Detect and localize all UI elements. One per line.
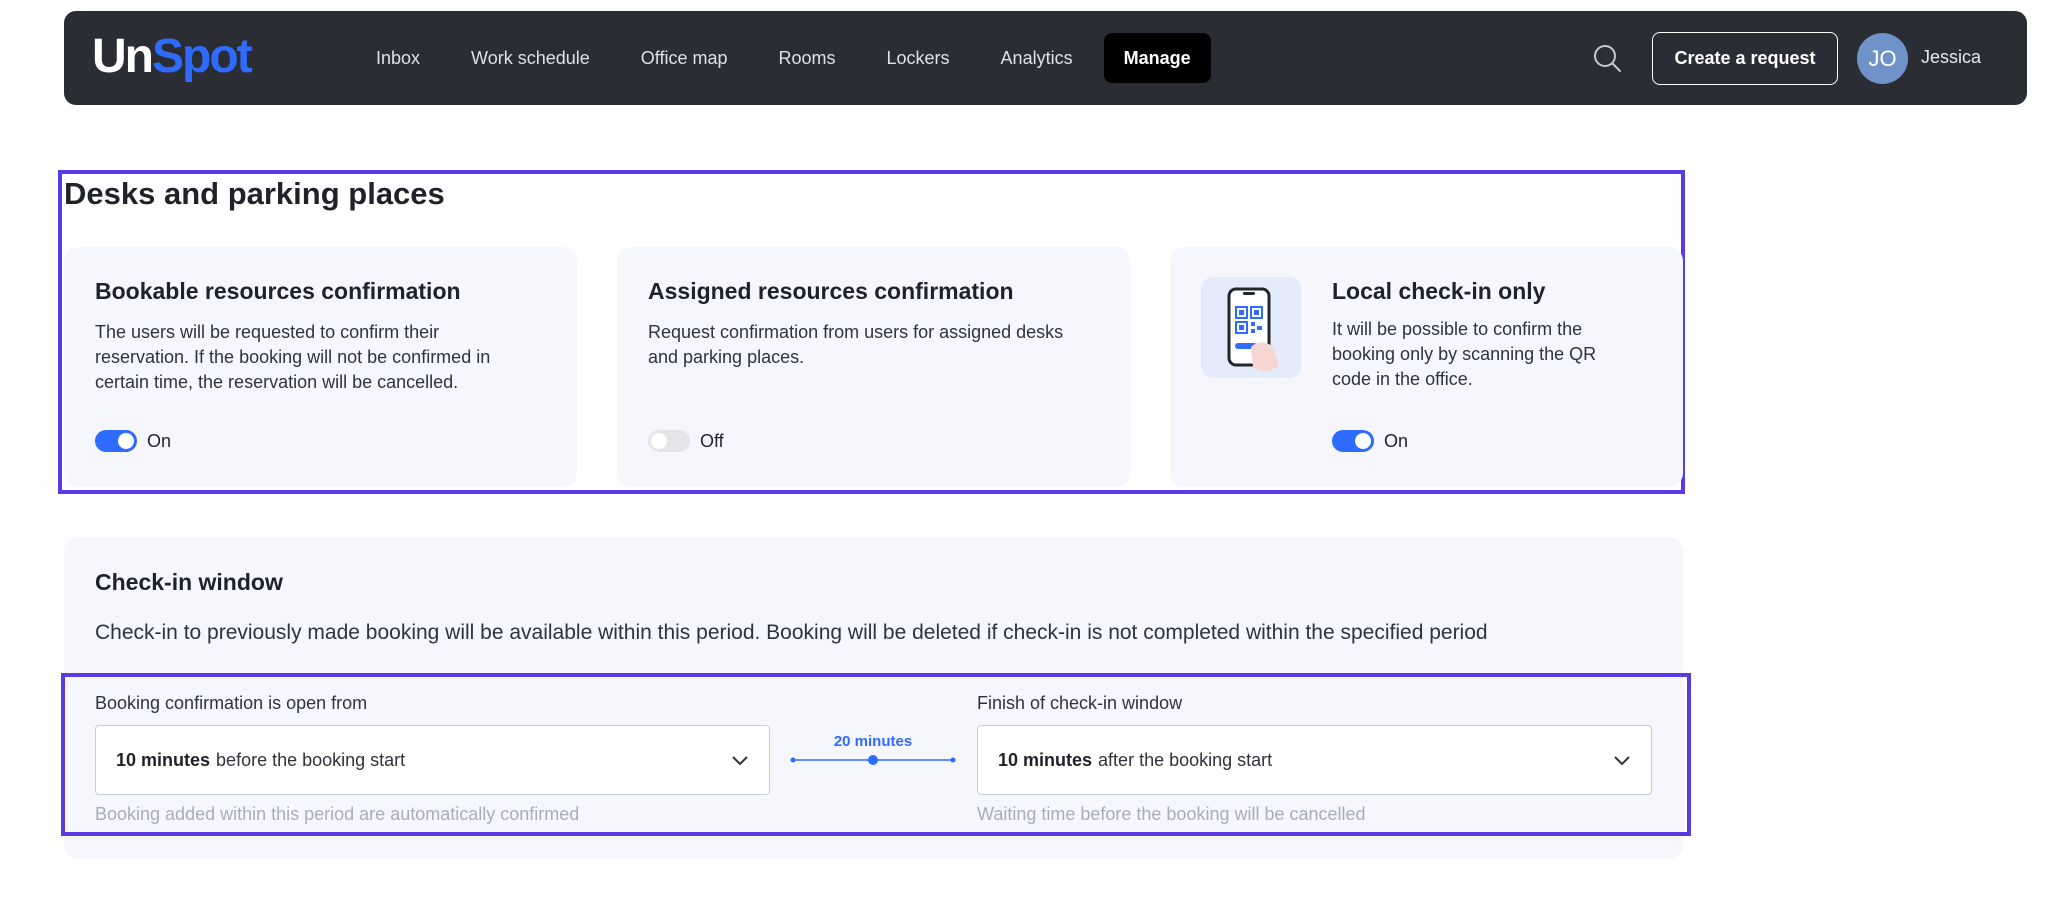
- toggle-switch[interactable]: [648, 430, 690, 452]
- create-request-button[interactable]: Create a request: [1652, 32, 1838, 85]
- toggle-knob: [118, 433, 134, 449]
- page-title: Desks and parking places: [64, 176, 445, 211]
- check-in-window-description: Check-in to previously made booking will…: [95, 621, 1488, 644]
- card-bookable-resources: Bookable resources confirmation The user…: [64, 247, 577, 487]
- search-icon[interactable]: [1591, 42, 1623, 74]
- toggle-knob: [651, 433, 667, 449]
- check-in-window-title: Check-in window: [95, 569, 283, 595]
- logo-text-primary: Un: [92, 30, 154, 83]
- from-field-label: Booking confirmation is open from: [95, 693, 368, 713]
- toggle-label: On: [1384, 430, 1409, 451]
- toggle-switch[interactable]: [1332, 430, 1374, 452]
- card-title: Assigned resources confirmation: [648, 278, 1014, 304]
- assigned-confirmation-toggle[interactable]: Off: [648, 430, 724, 452]
- card-description-line: The users will be requested to confirm t…: [95, 322, 440, 342]
- bookable-confirmation-toggle[interactable]: On: [95, 430, 171, 452]
- toggle-knob: [1355, 433, 1371, 449]
- card-title: Bookable resources confirmation: [95, 278, 461, 304]
- card-title: Local check-in only: [1332, 278, 1546, 304]
- logo-text-accent: Spot: [151, 30, 253, 83]
- card-local-check-in: Local check-in only It will be possible …: [1170, 247, 1683, 487]
- card-description-line: Request confirmation from users for assi…: [648, 322, 1064, 342]
- from-field-hint: Booking added within this period are aut…: [95, 804, 580, 824]
- card-description: Request confirmation from users for assi…: [648, 320, 1118, 370]
- chevron-down-icon: [732, 756, 748, 766]
- card-description-line: booking only by scanning the QR: [1332, 344, 1597, 364]
- select-value-bold: 10 minutes: [116, 749, 211, 770]
- phone-qr-icon: [1201, 277, 1301, 378]
- card-description: It will be possible to confirm the booki…: [1332, 317, 1662, 392]
- user-name[interactable]: Jessica: [1921, 47, 1981, 68]
- card-description-line: certain time, the reservation will be ca…: [95, 372, 459, 392]
- select-value-text: after the booking start: [1098, 749, 1273, 770]
- toggle-switch[interactable]: [95, 430, 137, 452]
- select-value-bold: 10 minutes: [998, 749, 1093, 770]
- card-description-line: reservation. If the booking will not be …: [95, 347, 491, 367]
- nav-item-analytics[interactable]: Analytics: [981, 33, 1093, 83]
- card-description: The users will be requested to confirm t…: [95, 320, 555, 395]
- toggle-label: Off: [700, 430, 724, 451]
- card-description-line: code in the office.: [1332, 369, 1473, 389]
- nav-item-inbox[interactable]: Inbox: [356, 33, 440, 83]
- check-in-finish-select[interactable]: 10 minutes after the booking start: [977, 725, 1652, 795]
- nav-item-lockers[interactable]: Lockers: [867, 33, 970, 83]
- nav-item-manage[interactable]: Manage: [1103, 33, 1211, 83]
- to-field-label: Finish of check-in window: [977, 693, 1183, 713]
- card-assigned-resources: Assigned resources confirmation Request …: [617, 247, 1130, 487]
- select-value-text: before the booking start: [216, 749, 406, 770]
- main-nav: Inbox Work schedule Office map Rooms Loc…: [356, 33, 1222, 83]
- to-field-hint: Waiting time before the booking will be …: [977, 804, 1366, 824]
- nav-item-rooms[interactable]: Rooms: [759, 33, 856, 83]
- nav-item-office-map[interactable]: Office map: [621, 33, 748, 83]
- unspot-logo[interactable]: UnSpot: [92, 29, 253, 85]
- toggle-label: On: [147, 430, 172, 451]
- card-description-line: It will be possible to confirm the: [1332, 319, 1583, 339]
- local-check-in-toggle[interactable]: On: [1332, 430, 1408, 452]
- card-description-line: and parking places.: [648, 347, 805, 367]
- top-navigation-bar: UnSpot Inbox Work schedule Office map Ro…: [64, 11, 2027, 105]
- check-in-duration-indicator: 20 minutes: [790, 733, 956, 767]
- chevron-down-icon: [1614, 756, 1630, 766]
- nav-item-work-schedule[interactable]: Work schedule: [451, 33, 610, 83]
- avatar[interactable]: JO: [1857, 33, 1908, 84]
- confirmation-open-from-select[interactable]: 10 minutes before the booking start: [95, 725, 770, 795]
